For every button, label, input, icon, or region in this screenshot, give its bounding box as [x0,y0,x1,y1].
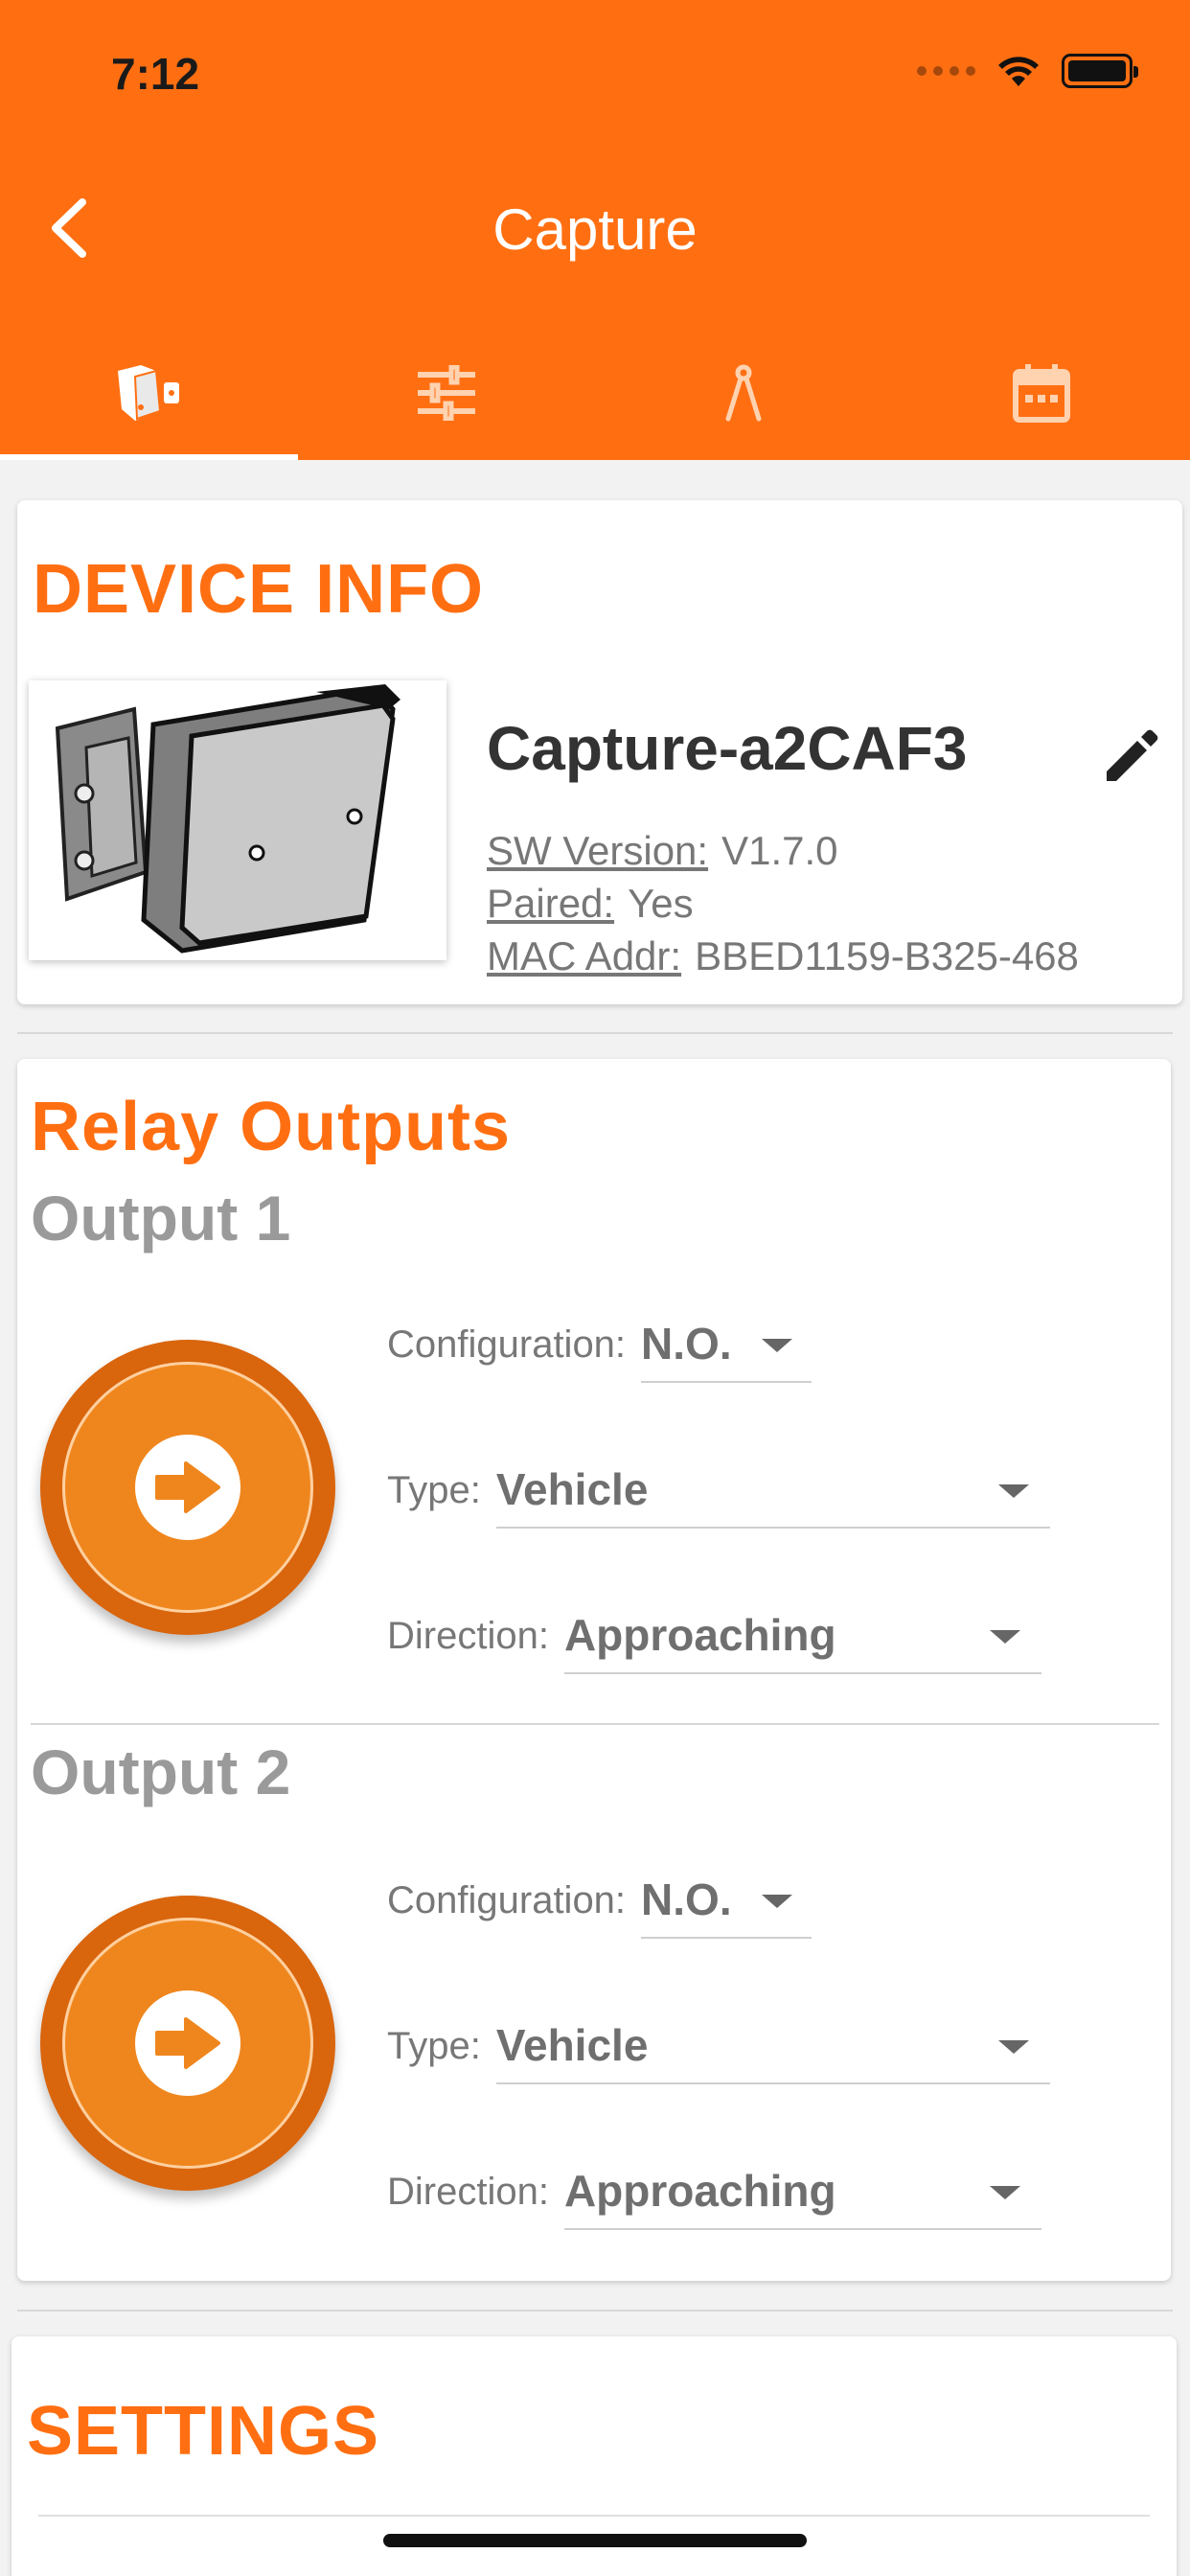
output-1-relay-button[interactable] [40,1340,335,1635]
output-divider [31,1723,1159,1725]
device-info-title: DEVICE INFO [33,551,485,628]
status-time: 7:12 [111,49,200,99]
home-indicator[interactable] [383,2534,807,2547]
output-1-type-field: Type: Vehicle [387,1452,1050,1529]
compass-icon [725,364,762,422]
sw-version-label: SW Version: [487,828,709,873]
tab-settings[interactable] [298,326,596,460]
paired-label: Paired: [487,881,615,926]
output-1-type-select[interactable]: Vehicle [495,1452,1050,1529]
device-icon [118,365,180,421]
output-2-type-field: Type: Vehicle [387,2008,1050,2084]
page-title: Capture [492,197,698,262]
type-value: Vehicle [495,1464,649,1514]
type-label: Type: [387,1468,481,1511]
output-1-title: Output 1 [31,1183,291,1254]
dropdown-caret-icon [989,2186,1020,2199]
output-1-direction-select[interactable]: Approaching [563,1598,1041,1674]
arrow-right-icon [155,2017,220,2069]
tab-bar [0,326,1190,460]
settings-divider [38,2515,1150,2517]
output-2-relay-button[interactable] [40,1896,335,2191]
direction-value: Approaching [563,2166,836,2216]
arrow-right-icon [155,1461,220,1513]
device-name: Capture-a2CAF3 [487,714,968,783]
output-2-type-select[interactable]: Vehicle [495,2008,1050,2084]
tab-device[interactable] [0,326,298,460]
tab-schedule[interactable] [893,326,1190,460]
output-1-configuration-select[interactable]: N.O. [641,1306,812,1383]
section-divider [17,2310,1173,2312]
output-2-direction-select[interactable]: Approaching [563,2153,1041,2230]
configuration-label: Configuration: [387,1878,627,1921]
status-icons [917,54,1138,88]
direction-value: Approaching [563,1610,836,1660]
relay-outputs-card: Relay Outputs Output 1 Configuration: N.… [17,1059,1171,2281]
configuration-label: Configuration: [387,1322,627,1366]
app-header: 7:12 Capture [0,0,1190,460]
pencil-icon [1107,729,1158,781]
battery-icon [1062,54,1138,88]
wifi-icon [998,57,1039,86]
direction-label: Direction: [387,1614,549,1657]
sw-version-value: V1.7.0 [721,828,838,873]
paired-row: Paired: Yes [487,877,1177,930]
mac-addr-row: MAC Addr: BBED1159-B325-468 [487,930,1177,982]
cellular-signal-icon [917,66,975,76]
configuration-value: N.O. [641,1319,732,1368]
output-2-configuration-select[interactable]: N.O. [641,1862,812,1939]
settings-title: SETTINGS [27,2393,380,2470]
dropdown-caret-icon [997,1484,1029,1498]
dropdown-caret-icon [997,2040,1029,2054]
sw-version-row: SW Version: V1.7.0 [487,824,1177,877]
device-info-card: DEVICE INFO Capture-a2CAF3 SW Version: V1… [17,500,1182,1004]
output-2-configuration-field: Configuration: N.O. [387,1862,812,1939]
mac-addr-label: MAC Addr: [487,933,682,978]
paired-value: Yes [628,881,694,926]
section-divider [17,1032,1173,1034]
type-value: Vehicle [495,2020,649,2070]
configuration-value: N.O. [641,1874,732,1924]
output-1-configuration-field: Configuration: N.O. [387,1306,812,1383]
dropdown-caret-icon [762,1339,793,1352]
dropdown-caret-icon [989,1630,1020,1644]
edit-name-button[interactable] [1096,719,1169,792]
output-2-direction-field: Direction: Approaching [387,2153,1041,2230]
direction-label: Direction: [387,2170,549,2213]
output-1-direction-field: Direction: Approaching [387,1598,1041,1674]
calendar-icon [1012,364,1070,423]
tab-alignment[interactable] [595,326,893,460]
device-details: SW Version: V1.7.0 Paired: Yes MAC Addr: BB… [487,824,1177,982]
dropdown-caret-icon [762,1895,793,1908]
device-image [29,680,446,960]
relay-outputs-title: Relay Outputs [31,1089,512,1165]
mac-addr-value: BBED1159-B325-468 [695,933,1079,978]
sensor-device-illustration [55,684,400,954]
type-label: Type: [387,2024,481,2067]
output-2-title: Output 2 [31,1736,291,1807]
sliders-icon [417,365,475,421]
